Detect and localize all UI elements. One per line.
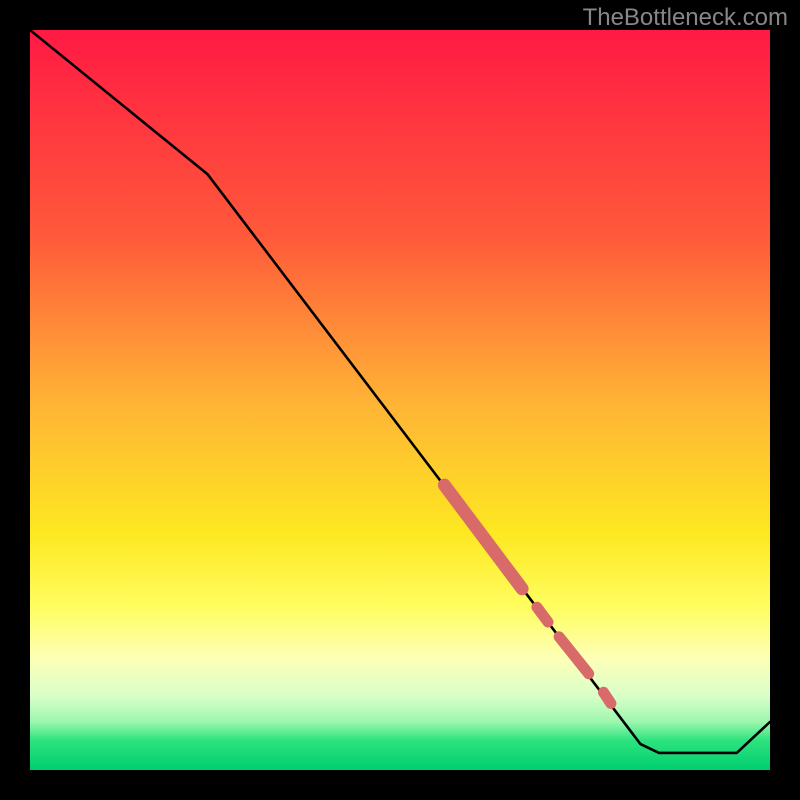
plot-area (30, 30, 770, 770)
chart-svg (30, 30, 770, 770)
watermark-text: TheBottleneck.com (583, 4, 788, 32)
highlight-segment (604, 692, 611, 703)
chart-frame: TheBottleneck.com (0, 0, 800, 800)
gradient-background (30, 30, 770, 770)
